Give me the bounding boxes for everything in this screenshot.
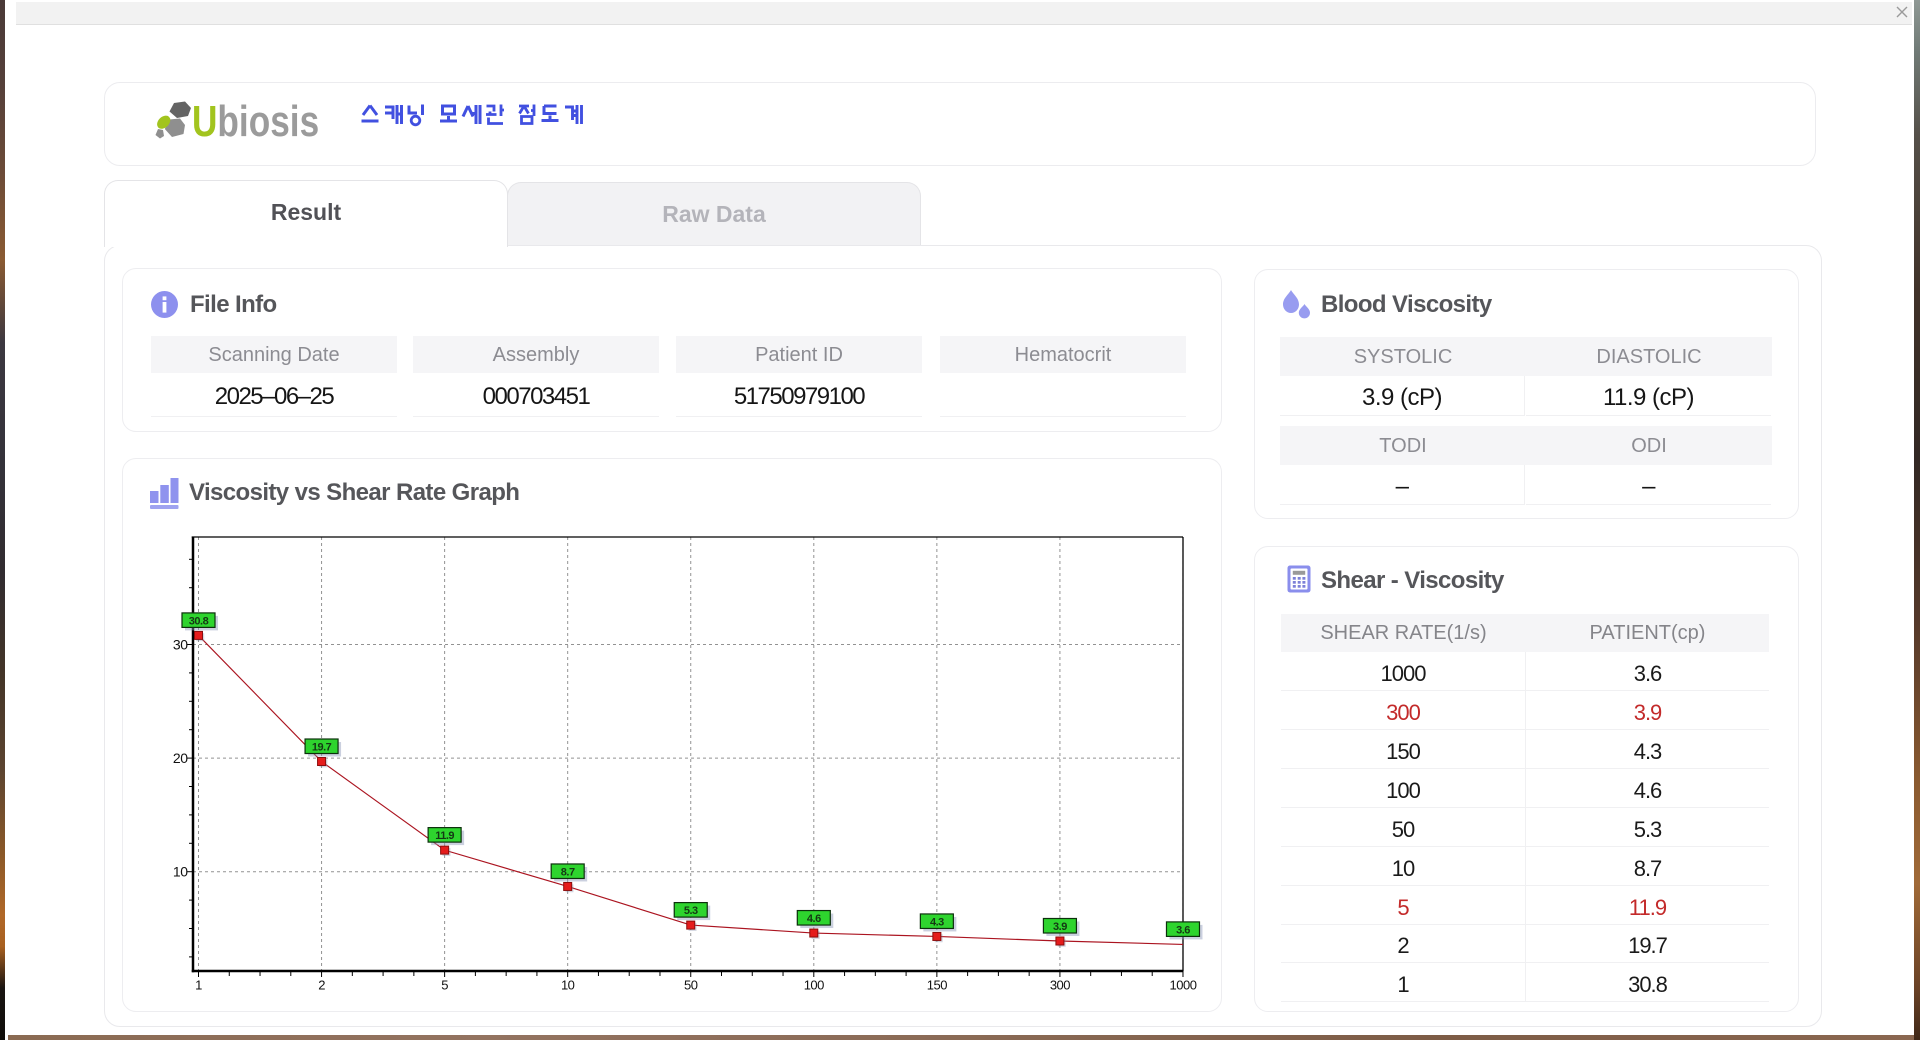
svg-text:5.3: 5.3 [684,905,698,917]
svg-text:30.8: 30.8 [189,615,209,627]
svg-text:300: 300 [1050,978,1070,993]
svg-text:50: 50 [684,978,698,993]
svg-text:2: 2 [318,978,325,993]
svg-text:20: 20 [173,750,188,766]
svg-text:1000: 1000 [1170,978,1197,993]
svg-text:30: 30 [173,637,188,653]
svg-text:19.7: 19.7 [312,742,332,754]
svg-text:10: 10 [173,864,188,880]
svg-text:3.6: 3.6 [1176,924,1190,936]
svg-text:5: 5 [441,978,448,993]
svg-text:1: 1 [195,978,202,993]
svg-text:10: 10 [561,978,575,993]
svg-text:150: 150 [927,978,947,993]
svg-text:8.7: 8.7 [561,866,575,878]
svg-text:4.3: 4.3 [930,916,944,928]
svg-text:100: 100 [804,978,824,993]
svg-text:3.9: 3.9 [1053,921,1067,933]
svg-text:11.9: 11.9 [435,830,454,842]
svg-text:4.6: 4.6 [807,913,821,925]
